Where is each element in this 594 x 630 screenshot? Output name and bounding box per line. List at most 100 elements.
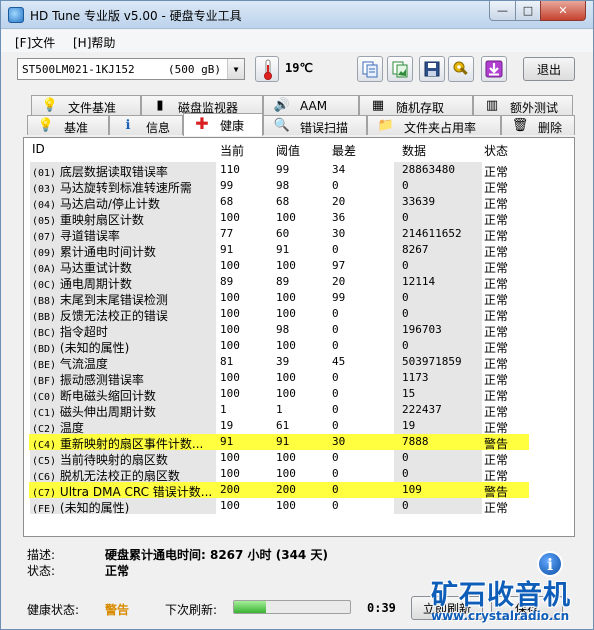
tab-disk-monitor[interactable]: ▮ 磁盘监视器	[141, 95, 263, 115]
window-title: HD Tune 专业版 v5.00 - 硬盘专业工具	[30, 9, 242, 23]
menu-help[interactable]: [H]帮助	[73, 34, 115, 51]
tab-folder-usage[interactable]: 📁 文件夹占用率	[367, 115, 501, 135]
random-access-icon: ▦	[371, 98, 385, 113]
cell-status: 正常	[484, 213, 509, 227]
cell-worst: 45	[332, 355, 346, 368]
table-row[interactable]: (B8) 末尾到末尾错误检测 100 100 99 0 正常	[24, 290, 574, 307]
tab-extra-tests[interactable]: ▥ 额外测试	[473, 95, 573, 115]
description-value: 硬盘累计通电时间: 8267 小时 (344 天)	[105, 548, 328, 562]
col-worst[interactable]: 最差	[332, 142, 356, 159]
cell-id: (BB) 反馈无法校正的错误	[32, 307, 216, 322]
cell-status: 警告	[484, 485, 509, 499]
drive-select[interactable]: ST500LM021-1KJ152 (500 gB) ▼	[17, 58, 245, 80]
table-row[interactable]: (BE) 气流温度 81 39 45 503971859 正常	[24, 354, 574, 371]
tab-health[interactable]: ✚ 健康	[183, 113, 263, 136]
table-row[interactable]: (03) 马达旋转到标准转速所需 99 98 0 0 正常	[24, 178, 574, 195]
cell-status: 正常	[484, 293, 509, 307]
table-row[interactable]: (BC) 指令超时 100 98 0 196703 正常	[24, 322, 574, 339]
table-row[interactable]: (05) 重映射扇区计数 100 100 36 0 正常	[24, 210, 574, 227]
info-icon: ℹ	[125, 118, 131, 133]
maximize-button[interactable]: □	[515, 1, 541, 21]
attribute-code: (09)	[32, 248, 57, 258]
cell-data: 0	[402, 259, 409, 272]
table-row[interactable]: (BB) 反馈无法校正的错误 100 100 0 0 正常	[24, 306, 574, 323]
attribute-name: 振动感测错误率	[59, 373, 144, 386]
table-row[interactable]: (C7) Ultra DMA CRC 错误计数... 200 200 0 109 警告	[29, 482, 529, 499]
cell-id: (C4) 重新映射的扇区事件计数...	[32, 435, 216, 450]
cell-threshold: 99	[276, 163, 290, 176]
tab-aam[interactable]: 🔊 AAM	[263, 95, 359, 115]
download-button[interactable]	[481, 56, 507, 82]
tab-error-scan[interactable]: 🔍 错误扫描	[263, 115, 367, 135]
minimize-button[interactable]: —	[489, 1, 516, 21]
cell-status: 正常	[484, 389, 509, 403]
table-row[interactable]: (09) 累计通电时间计数 91 91 0 8267 正常	[24, 242, 574, 259]
tab-benchmark[interactable]: 💡 基准	[27, 115, 109, 135]
cell-current: 91	[220, 435, 234, 448]
cell-current: 100	[220, 387, 240, 400]
copy-screenshot-button[interactable]	[387, 56, 413, 82]
save-button[interactable]	[419, 56, 445, 82]
cell-data: 0	[402, 211, 409, 224]
cell-worst: 0	[332, 339, 339, 352]
drive-name: ST500LM021-1KJ152	[22, 63, 135, 76]
tab-delete[interactable]: 🗑 删除	[501, 115, 575, 135]
table-row[interactable]: (0C) 通电周期计数 89 89 20 12114 正常	[24, 274, 574, 291]
cell-status: 正常	[484, 245, 509, 259]
table-row[interactable]: (BF) 振动感测错误率 100 100 0 1173 正常	[24, 370, 574, 387]
attribute-code: (03)	[32, 184, 57, 194]
table-row[interactable]: (BD) (未知的属性) 100 100 0 0 正常	[24, 338, 574, 355]
health-status-value: 警告	[105, 603, 130, 617]
tab-file-benchmark[interactable]: 💡 文件基准	[31, 95, 141, 115]
col-status[interactable]: 状态	[484, 142, 508, 159]
table-row[interactable]: (FE) (未知的属性) 100 100 0 0 正常	[24, 498, 574, 515]
delete-icon: 🗑	[511, 118, 529, 133]
attribute-code: (B8)	[32, 296, 57, 306]
tab-label: AAM	[300, 99, 328, 113]
table-row[interactable]: (C1) 磁头伸出周期计数 1 1 0 222437 正常	[24, 402, 574, 419]
table-row[interactable]: (C0) 断电磁头缩回计数 100 100 0 15 正常	[24, 386, 574, 403]
thermometer-button[interactable]	[255, 56, 279, 82]
dropdown-arrow-icon[interactable]: ▼	[227, 59, 244, 79]
table-row[interactable]: (07) 寻道错误率 77 60 30 214611652 正常	[24, 226, 574, 243]
cell-id: (0A) 马达重试计数	[32, 259, 216, 274]
attribute-name: 脱机无法校正的扇区数	[59, 469, 180, 482]
benchmark-icon: 💡	[37, 118, 55, 133]
cell-threshold: 100	[276, 467, 296, 480]
menu-file[interactable]: [F]文件	[15, 34, 55, 51]
col-id[interactable]: ID	[32, 142, 45, 156]
attribute-name: 反馈无法校正的错误	[59, 309, 168, 322]
cell-worst: 0	[332, 451, 339, 464]
col-current[interactable]: 当前	[220, 142, 244, 159]
table-row[interactable]: (C4) 重新映射的扇区事件计数... 91 91 30 7888 警告	[29, 434, 529, 451]
attribute-name: 重新映射的扇区事件计数...	[59, 437, 204, 450]
cell-data: 0	[402, 179, 409, 192]
cell-data: 0	[402, 307, 409, 320]
cell-threshold: 100	[276, 371, 296, 384]
attribute-name: 重映射扇区计数	[59, 213, 144, 226]
table-row[interactable]: (01) 底层数据读取错误率 110 99 34 28863480 正常	[24, 162, 574, 179]
close-button[interactable]: ✕	[540, 1, 586, 21]
cell-data: 0	[402, 339, 409, 352]
tab-label: 删除	[538, 121, 563, 135]
tab-info[interactable]: ℹ 信息	[109, 115, 183, 135]
table-row[interactable]: (C2) 温度 19 61 0 19 正常	[24, 418, 574, 435]
table-row[interactable]: (04) 马达启动/停止计数 68 68 20 33639 正常	[24, 194, 574, 211]
cell-worst: 0	[332, 403, 339, 416]
table-row[interactable]: (C5) 当前待映射的扇区数 100 100 0 0 正常	[24, 450, 574, 467]
tab-random-access[interactable]: ▦ 随机存取	[359, 95, 473, 115]
table-row[interactable]: (C6) 脱机无法校正的扇区数 100 100 0 0 正常	[24, 466, 574, 483]
cell-current: 1	[220, 403, 227, 416]
exit-button[interactable]: 退出	[523, 57, 575, 81]
copy-text-button[interactable]	[357, 56, 383, 82]
table-row[interactable]: (0A) 马达重试计数 100 100 97 0 正常	[24, 258, 574, 275]
col-data[interactable]: 数据	[402, 142, 426, 159]
cell-worst: 30	[332, 435, 346, 448]
app-icon	[8, 7, 24, 23]
tab-label: 文件夹占用率	[404, 121, 477, 135]
disk-monitor-icon: ▮	[156, 98, 164, 113]
title-bar[interactable]: HD Tune 专业版 v5.00 - 硬盘专业工具 — □ ✕	[1, 1, 593, 29]
smart-table[interactable]: ID 当前 阈值 最差 数据 状态 (01) 底层数据读取错误率 110 99 34 2…	[23, 137, 575, 537]
options-button[interactable]	[448, 56, 474, 82]
col-threshold[interactable]: 阈值	[276, 142, 300, 159]
